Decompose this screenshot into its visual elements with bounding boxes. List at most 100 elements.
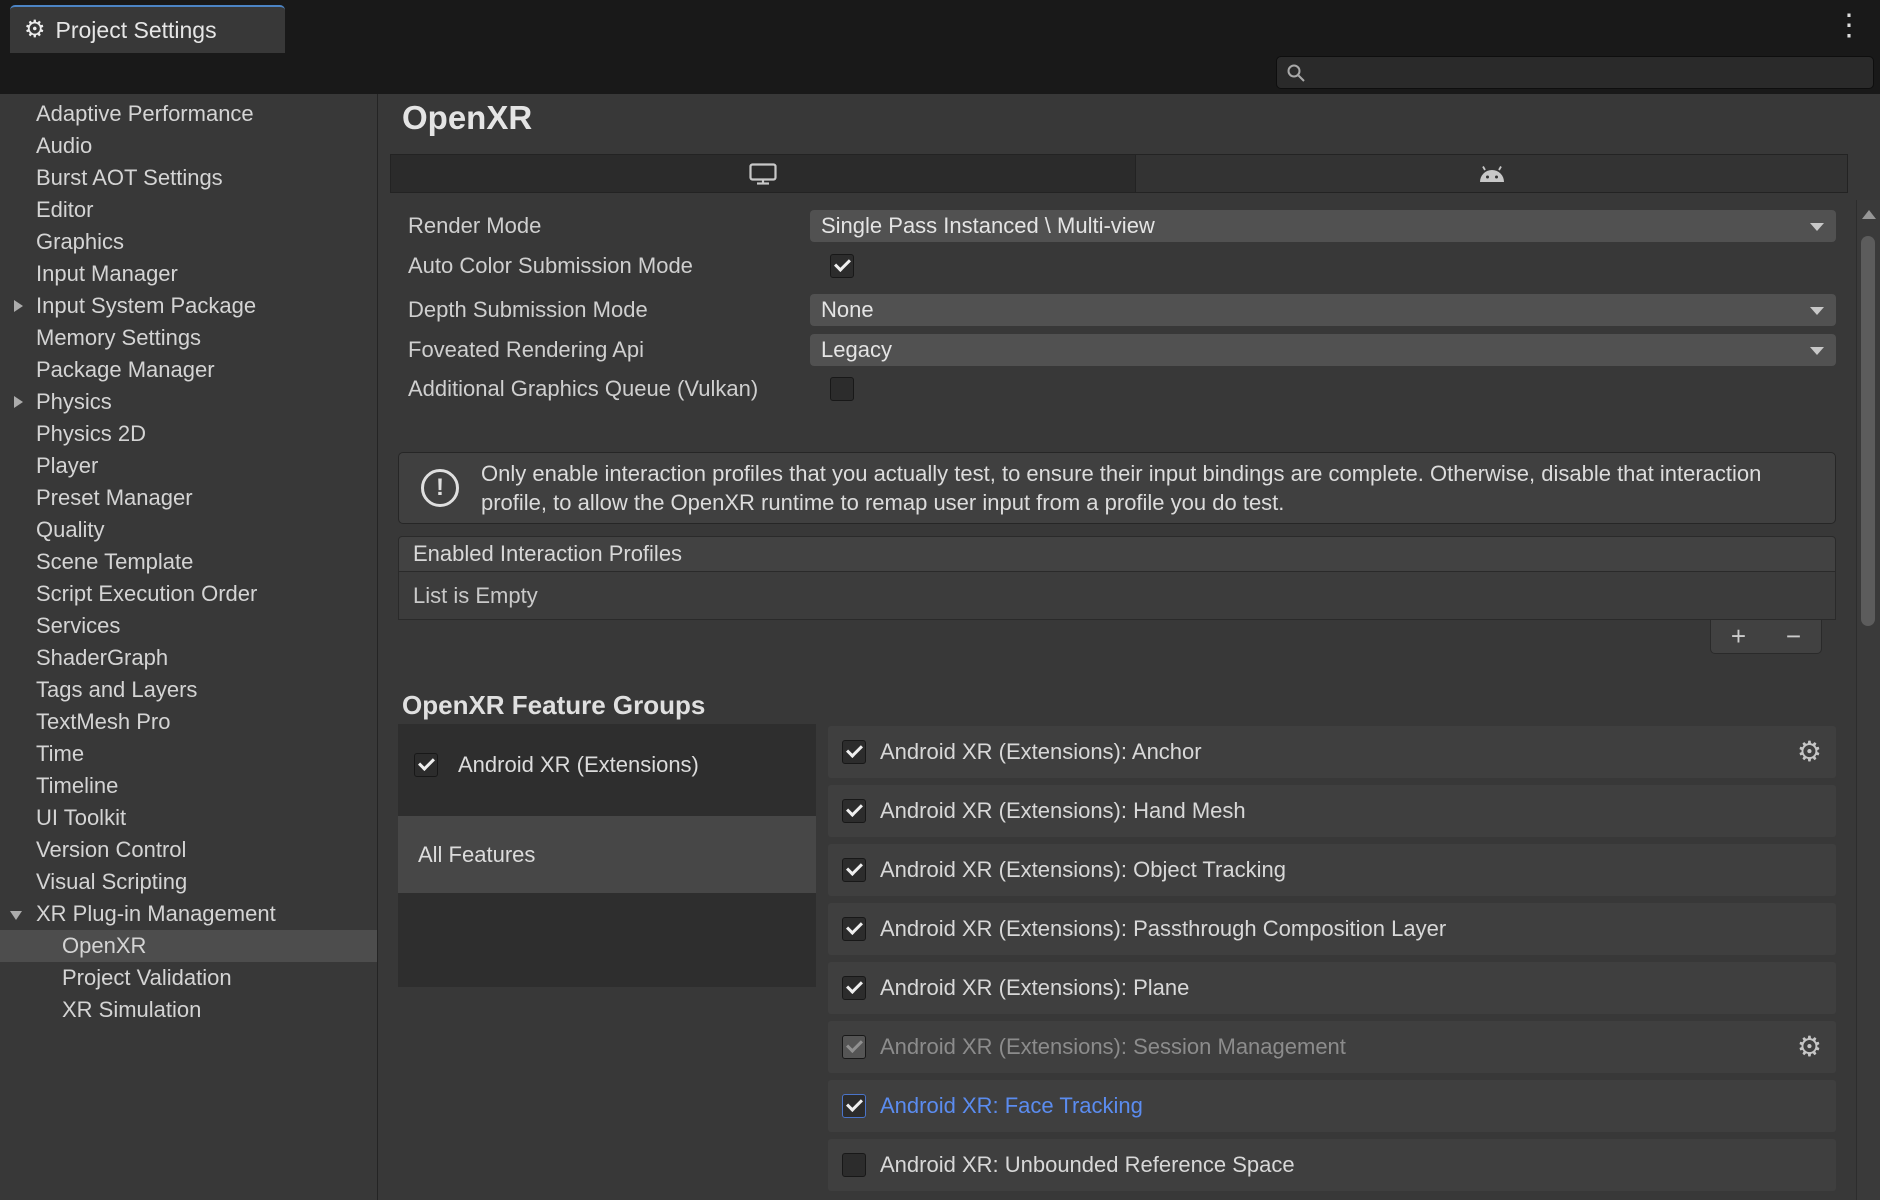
foldout-open-arrow-icon[interactable] bbox=[10, 911, 22, 920]
feature-checkbox[interactable] bbox=[842, 1153, 866, 1177]
feature-row-unbounded-reference-space[interactable]: Android XR: Unbounded Reference Space bbox=[828, 1139, 1836, 1191]
feature-checkbox[interactable] bbox=[842, 799, 866, 823]
feature-checkbox bbox=[842, 1035, 866, 1059]
feature-settings-gear-icon[interactable]: ⚙ bbox=[1797, 1033, 1822, 1061]
feature-label: Android XR: Face Tracking bbox=[880, 1093, 1143, 1119]
sidebar-item-package-manager[interactable]: Package Manager bbox=[0, 354, 377, 386]
depth-submission-label: Depth Submission Mode bbox=[408, 297, 810, 323]
search-input[interactable] bbox=[1276, 56, 1874, 89]
auto-color-submission-checkbox[interactable] bbox=[830, 254, 854, 278]
toolbar bbox=[0, 53, 1880, 94]
project-settings-window: ⚙ Project Settings ⋮ Adaptive Performanc… bbox=[0, 0, 1880, 1200]
chevron-down-icon bbox=[1810, 223, 1824, 231]
feature-row-object-tracking[interactable]: Android XR (Extensions): Object Tracking bbox=[828, 844, 1836, 896]
foldout-arrow-icon[interactable] bbox=[14, 396, 23, 408]
feature-label: Android XR (Extensions): Anchor bbox=[880, 739, 1202, 765]
additional-graphics-queue-checkbox[interactable] bbox=[830, 377, 854, 401]
platform-tab-strip bbox=[390, 154, 1848, 193]
tab-android-platform[interactable] bbox=[1135, 155, 1847, 192]
foveated-rendering-value: Legacy bbox=[821, 337, 892, 363]
feature-checkbox[interactable] bbox=[842, 858, 866, 882]
foldout-arrow-icon[interactable] bbox=[14, 300, 23, 312]
tab-desktop-platform[interactable] bbox=[391, 155, 1135, 192]
setting-row-auto-color-submission: Auto Color Submission Mode bbox=[408, 250, 1836, 282]
feature-row-plane[interactable]: Android XR (Extensions): Plane bbox=[828, 962, 1836, 1014]
feature-row-face-tracking[interactable]: Android XR: Face Tracking bbox=[828, 1080, 1836, 1132]
sidebar-item-input-manager[interactable]: Input Manager bbox=[0, 258, 377, 290]
sidebar-item-time[interactable]: Time bbox=[0, 738, 377, 770]
sidebar-item-input-system-package[interactable]: Input System Package bbox=[0, 290, 377, 322]
feature-groups-title: OpenXR Feature Groups bbox=[402, 690, 705, 721]
depth-submission-dropdown[interactable]: None bbox=[810, 294, 1836, 326]
sidebar-item-physics-2d[interactable]: Physics 2D bbox=[0, 418, 377, 450]
add-profile-button[interactable]: + bbox=[1711, 620, 1766, 653]
feature-checkbox[interactable] bbox=[842, 917, 866, 941]
sidebar-item-project-validation[interactable]: Project Validation bbox=[0, 962, 377, 994]
sidebar-item-label: Input System Package bbox=[36, 293, 256, 318]
android-icon bbox=[1476, 164, 1508, 183]
sidebar: Adaptive Performance Audio Burst AOT Set… bbox=[0, 94, 378, 1200]
feature-label: Android XR (Extensions): Object Tracking bbox=[880, 857, 1286, 883]
sidebar-item-services[interactable]: Services bbox=[0, 610, 377, 642]
sidebar-item-tags-and-layers[interactable]: Tags and Layers bbox=[0, 674, 377, 706]
feature-group-android-xr-extensions[interactable]: Android XR (Extensions) bbox=[398, 724, 816, 806]
feature-checkbox[interactable] bbox=[842, 976, 866, 1000]
feature-row-hand-mesh[interactable]: Android XR (Extensions): Hand Mesh bbox=[828, 785, 1836, 837]
sidebar-item-xr-simulation[interactable]: XR Simulation bbox=[0, 994, 377, 1026]
sidebar-item-timeline[interactable]: Timeline bbox=[0, 770, 377, 802]
setting-row-depth-submission: Depth Submission Mode None bbox=[408, 294, 1836, 326]
sidebar-item-editor[interactable]: Editor bbox=[0, 194, 377, 226]
feature-label: Android XR: Unbounded Reference Space bbox=[880, 1152, 1295, 1178]
sidebar-item-adaptive-performance[interactable]: Adaptive Performance bbox=[0, 98, 377, 130]
render-mode-dropdown[interactable]: Single Pass Instanced \ Multi-view bbox=[810, 210, 1836, 242]
remove-profile-button[interactable]: − bbox=[1766, 620, 1821, 653]
foveated-rendering-dropdown[interactable]: Legacy bbox=[810, 334, 1836, 366]
main-scrollbar[interactable] bbox=[1856, 200, 1880, 1200]
sidebar-item-burst-aot-settings[interactable]: Burst AOT Settings bbox=[0, 162, 377, 194]
warning-icon: ! bbox=[421, 469, 459, 507]
setting-row-additional-graphics-queue: Additional Graphics Queue (Vulkan) bbox=[408, 373, 1836, 405]
sidebar-item-audio[interactable]: Audio bbox=[0, 130, 377, 162]
sidebar-item-ui-toolkit[interactable]: UI Toolkit bbox=[0, 802, 377, 834]
feature-group-checkbox[interactable] bbox=[414, 753, 438, 777]
sidebar-item-version-control[interactable]: Version Control bbox=[0, 834, 377, 866]
chevron-down-icon bbox=[1810, 347, 1824, 355]
sidebar-item-textmesh-pro[interactable]: TextMesh Pro bbox=[0, 706, 377, 738]
setting-row-foveated-rendering: Foveated Rendering Api Legacy bbox=[408, 334, 1836, 366]
feature-row-anchor[interactable]: Android XR (Extensions): Anchor ⚙ bbox=[828, 726, 1836, 778]
feature-checkbox[interactable] bbox=[842, 1094, 866, 1118]
sidebar-item-quality[interactable]: Quality bbox=[0, 514, 377, 546]
window-tab-label: Project Settings bbox=[56, 17, 217, 44]
feature-label: Android XR (Extensions): Hand Mesh bbox=[880, 798, 1246, 824]
monitor-icon bbox=[749, 163, 777, 185]
sidebar-item-graphics[interactable]: Graphics bbox=[0, 226, 377, 258]
scroll-up-arrow-icon[interactable] bbox=[1862, 210, 1876, 219]
main-panel: OpenXR Render M bbox=[379, 94, 1880, 1200]
feature-checkbox[interactable] bbox=[842, 740, 866, 764]
sidebar-item-visual-scripting[interactable]: Visual Scripting bbox=[0, 866, 377, 898]
window-tab-project-settings[interactable]: ⚙ Project Settings bbox=[10, 5, 285, 53]
sidebar-item-openxr[interactable]: OpenXR bbox=[0, 930, 377, 962]
all-features-label: All Features bbox=[418, 842, 535, 868]
sidebar-item-label: Physics bbox=[36, 389, 112, 414]
sidebar-item-scene-template[interactable]: Scene Template bbox=[0, 546, 377, 578]
list-footer: + − bbox=[1710, 620, 1822, 654]
sidebar-item-memory-settings[interactable]: Memory Settings bbox=[0, 322, 377, 354]
sidebar-item-player[interactable]: Player bbox=[0, 450, 377, 482]
interaction-profiles-warning: ! Only enable interaction profiles that … bbox=[398, 452, 1836, 524]
render-mode-value: Single Pass Instanced \ Multi-view bbox=[821, 213, 1155, 239]
sidebar-item-xr-plugin-management[interactable]: XR Plug-in Management bbox=[0, 898, 377, 930]
feature-label: Android XR (Extensions): Session Managem… bbox=[880, 1034, 1346, 1060]
sidebar-item-script-execution-order[interactable]: Script Execution Order bbox=[0, 578, 377, 610]
titlebar: ⚙ Project Settings ⋮ bbox=[0, 0, 1880, 53]
feature-settings-gear-icon[interactable]: ⚙ bbox=[1797, 738, 1822, 766]
feature-group-all-features[interactable]: All Features bbox=[398, 816, 816, 893]
feature-label: Android XR (Extensions): Passthrough Com… bbox=[880, 916, 1446, 942]
kebab-menu-icon[interactable]: ⋮ bbox=[1828, 8, 1870, 44]
sidebar-item-preset-manager[interactable]: Preset Manager bbox=[0, 482, 377, 514]
scrollbar-thumb[interactable] bbox=[1861, 236, 1875, 626]
sidebar-item-shadergraph[interactable]: ShaderGraph bbox=[0, 642, 377, 674]
feature-row-passthrough-composition-layer[interactable]: Android XR (Extensions): Passthrough Com… bbox=[828, 903, 1836, 955]
feature-row-session-management[interactable]: Android XR (Extensions): Session Managem… bbox=[828, 1021, 1836, 1073]
sidebar-item-physics[interactable]: Physics bbox=[0, 386, 377, 418]
